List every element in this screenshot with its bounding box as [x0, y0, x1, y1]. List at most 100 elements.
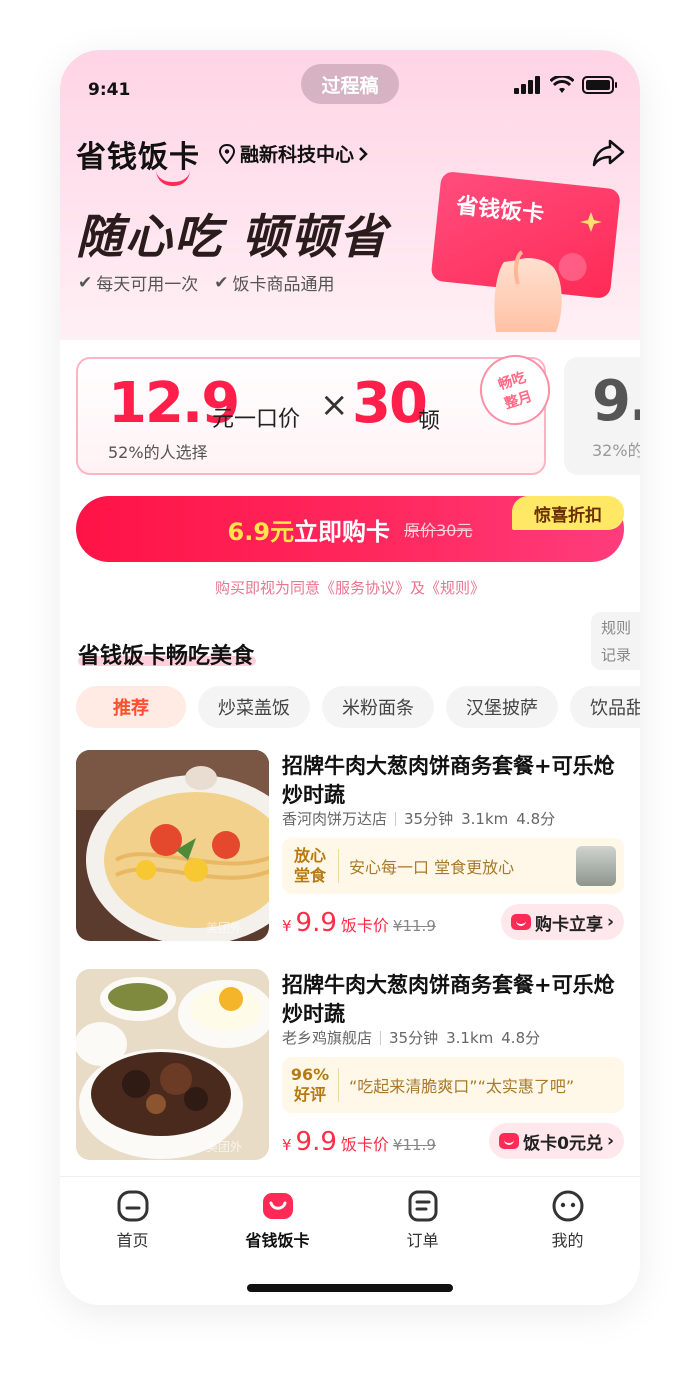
- badge-tag: 96% 好评: [282, 1065, 338, 1105]
- share-icon[interactable]: [592, 138, 626, 168]
- meta-divider: [395, 811, 397, 826]
- chevron-right-icon: [359, 146, 368, 161]
- tab-label: 我的: [551, 1231, 584, 1250]
- section-title: 省钱饭卡畅吃美食: [78, 644, 255, 669]
- food-meta: 香河肉饼万达店 35分钟 3.1km 4.8分: [282, 808, 555, 829]
- discount-badge: 惊喜折扣: [512, 496, 624, 530]
- home-face-icon: [117, 1190, 148, 1222]
- badge-tag-line: 96%: [290, 1065, 330, 1084]
- badge-divider: [338, 1068, 339, 1102]
- badge-tag-line: 好评: [293, 1085, 326, 1104]
- battery-icon: [582, 76, 617, 94]
- trust-badge: 放心 堂食 安心每一口 堂食更放心: [282, 838, 624, 894]
- rules-record-tab[interactable]: 规则 记录: [591, 612, 640, 670]
- price-value: 9.9: [295, 1127, 337, 1157]
- benefit-item: ✔ 每天可用一次: [78, 270, 199, 296]
- buy-label: 立即购卡: [294, 517, 391, 546]
- original-price: ¥11.9: [392, 1136, 436, 1154]
- plan-count-unit: 顿: [418, 409, 441, 434]
- meta-divider: [380, 1030, 382, 1045]
- plan-price: 9.9: [592, 369, 640, 434]
- tab-orders[interactable]: 订单: [350, 1177, 495, 1257]
- badge-text: “吃起来清脆爽口”“太实惠了吧”: [349, 1077, 575, 1096]
- location-selector[interactable]: 融新科技中心: [218, 140, 368, 167]
- distance: 3.1km: [446, 1028, 494, 1047]
- chevron-right-icon: ›: [606, 912, 614, 932]
- badge-tag-line: 放心: [293, 846, 326, 865]
- category-tabs: 推荐 炒菜盖饭 米粉面条 汉堡披萨 饮品甜: [76, 686, 640, 728]
- hero-banner: 9:41 过程稿 省钱饭卡 融新科技中心 随心吃 顿顿省 ✔ 每天可用一次 ✔ …: [60, 50, 640, 340]
- badge-tag-line: 堂食: [293, 866, 326, 885]
- food-meta: 老乡鸡旗舰店 35分钟 3.1km 4.8分: [282, 1027, 540, 1048]
- food-item[interactable]: 美团外 招牌牛肉大葱肉饼商务套餐+可乐炝炒时蔬 老乡鸡旗舰店 35分钟 3.1k…: [60, 969, 640, 1165]
- benefit-item: ✔ 饭卡商品通用: [214, 270, 335, 296]
- brand-smile-mark: [156, 170, 190, 186]
- food-image-noodles: 美团外: [76, 750, 269, 941]
- plan-card-selected[interactable]: 12.9 元一口价 × 30 顿 52%的人选择 畅吃 整月: [76, 345, 560, 475]
- meal-card-icon: [262, 1193, 293, 1219]
- plan-card-alt[interactable]: 9.9 32%的: [564, 357, 640, 475]
- wifi-icon: [550, 76, 574, 93]
- location-pin-icon: [218, 143, 236, 164]
- plan-selector: 12.9 元一口价 × 30 顿 52%的人选择 畅吃 整月 9.9 32%的: [60, 340, 640, 500]
- plan-price-unit: 元一口价: [212, 407, 301, 432]
- store-photo-thumbnail: [576, 846, 616, 886]
- rules-link[interactable]: 规则: [601, 617, 640, 638]
- profile-face-icon: [552, 1190, 583, 1222]
- tab-label: 省钱饭卡: [245, 1231, 310, 1250]
- shop-name: 老乡鸡旗舰店: [282, 1029, 373, 1047]
- delivery-time: 35分钟: [404, 810, 454, 828]
- svg-text:美团外: 美团外: [206, 1140, 242, 1154]
- price-label: 饭卡价: [340, 1135, 389, 1154]
- food-image-rice-bowl: 美团外: [76, 969, 269, 1160]
- status-pill: 过程稿: [301, 64, 399, 104]
- price-value: 9.9: [295, 908, 337, 938]
- category-tab-noodles[interactable]: 米粉面条: [322, 686, 434, 728]
- buy-card-enjoy-button[interactable]: 购卡立享 ›: [500, 904, 624, 940]
- check-icon: ✔: [214, 272, 229, 293]
- badge-divider: [338, 849, 339, 883]
- review-badge: 96% 好评 “吃起来清脆爽口”“太实惠了吧”: [282, 1057, 624, 1113]
- check-icon: ✔: [78, 272, 93, 293]
- category-tab-burger-pizza[interactable]: 汉堡披萨: [446, 686, 558, 728]
- rating: 4.8分: [501, 1029, 541, 1047]
- button-label: 购卡立享: [534, 914, 603, 935]
- order-icon: [408, 1190, 437, 1222]
- signal-icon: [514, 76, 540, 94]
- phone-screen: 9:41 过程稿 省钱饭卡 融新科技中心 随心吃 顿顿省 ✔ 每天可用一次 ✔ …: [60, 50, 640, 1305]
- tab-meal-card[interactable]: 省钱饭卡: [205, 1177, 350, 1257]
- tab-profile[interactable]: 我的: [495, 1177, 640, 1257]
- plan-popularity: 52%的人选择: [108, 443, 208, 462]
- card-price: ¥ 9.9 饭卡价 ¥11.9: [282, 908, 436, 938]
- tab-label: 订单: [406, 1231, 439, 1250]
- price-label: 饭卡价: [340, 916, 389, 935]
- benefit-label: 饭卡商品通用: [232, 275, 335, 295]
- card-redeem-button[interactable]: 饭卡0元兑 ›: [489, 1123, 624, 1159]
- plan-popularity: 32%的: [592, 441, 640, 460]
- food-title: 招牌牛肉大葱肉饼商务套餐+可乐炝炒时蔬: [282, 754, 615, 807]
- records-link[interactable]: 记录: [601, 644, 640, 665]
- badge-text: 安心每一口 堂食更放心: [349, 858, 515, 877]
- category-tab-stir-fry[interactable]: 炒菜盖饭: [198, 686, 310, 728]
- benefit-label: 每天可用一次: [96, 275, 199, 295]
- meal-card-illustration: 省钱饭卡: [431, 172, 620, 332]
- currency-symbol: ¥: [282, 917, 292, 935]
- home-indicator[interactable]: [247, 1284, 453, 1292]
- svg-text:美团外: 美团外: [206, 921, 242, 935]
- buy-price: 6.9元: [227, 517, 295, 546]
- hero-slogan: 随心吃 顿顿省: [76, 210, 389, 265]
- category-tab-drinks[interactable]: 饮品甜: [570, 686, 640, 728]
- meal-card-logo-icon: [510, 914, 531, 930]
- plan-multiply: ×: [320, 385, 349, 425]
- location-label: 融新科技中心: [240, 144, 355, 166]
- status-icons: [514, 76, 618, 94]
- agreement-text[interactable]: 购买即视为同意《服务协议》及《规则》: [60, 577, 640, 598]
- category-tab-recommend[interactable]: 推荐: [76, 686, 186, 728]
- chevron-right-icon: ›: [606, 1131, 614, 1151]
- card-price: ¥ 9.9 饭卡价 ¥11.9: [282, 1127, 436, 1157]
- benefit-list: ✔ 每天可用一次 ✔ 饭卡商品通用: [78, 270, 335, 296]
- tab-home[interactable]: 首页: [60, 1177, 205, 1257]
- rating: 4.8分: [516, 810, 556, 828]
- food-item[interactable]: 美团外 招牌牛肉大葱肉饼商务套餐+可乐炝炒时蔬 香河肉饼万达店 35分钟 3.1…: [60, 750, 640, 946]
- tab-label: 首页: [116, 1231, 149, 1250]
